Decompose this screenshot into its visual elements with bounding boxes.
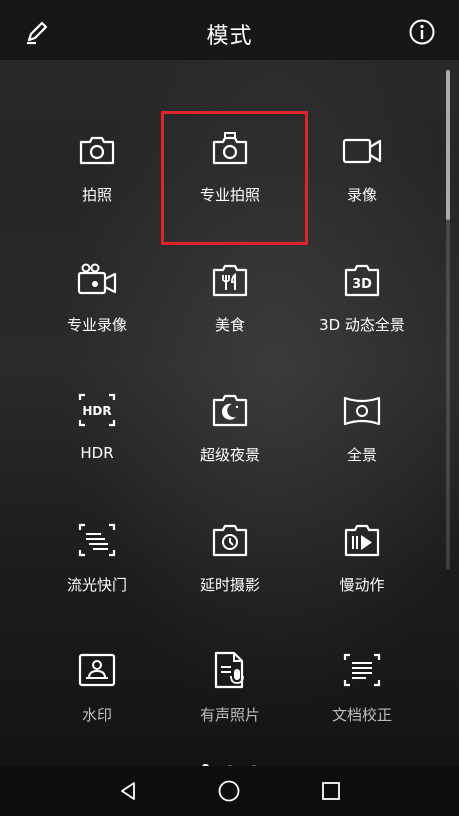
mode-panorama[interactable]: 全景 — [297, 370, 427, 480]
recents-button[interactable] — [313, 776, 349, 806]
document-icon — [343, 653, 381, 687]
mode-label: 水印 — [81, 706, 112, 724]
back-button[interactable] — [110, 776, 146, 806]
mode-label: 延时摄影 — [199, 576, 260, 594]
mode-document[interactable]: 文档校正 — [297, 630, 427, 740]
3d-icon: 3D — [344, 264, 380, 297]
back-icon — [121, 782, 135, 800]
info-icon — [409, 19, 435, 45]
mode-label: 拍照 — [81, 186, 112, 204]
scrollbar[interactable] — [446, 70, 450, 570]
mode-pro-video[interactable]: 专业录像 — [32, 240, 162, 350]
mode-hdr[interactable]: HDR HDR — [32, 370, 162, 480]
mode-label: 有声照片 — [199, 706, 260, 724]
mode-label: 美食 — [214, 316, 245, 334]
hdr-icon: HDR — [78, 393, 116, 427]
mode-label: 流光快门 — [66, 576, 127, 594]
recents-icon — [322, 782, 340, 800]
top-bar: 模式 — [0, 0, 459, 60]
navigation-bar — [0, 766, 459, 816]
mode-timelapse[interactable]: 延时摄影 — [165, 500, 295, 610]
mode-label: 慢动作 — [339, 576, 385, 594]
camera-icon — [79, 136, 115, 165]
home-button[interactable] — [211, 776, 247, 806]
info-button[interactable] — [405, 15, 439, 49]
mode-watermark[interactable]: 水印 — [32, 630, 162, 740]
mode-food[interactable]: 美食 — [165, 240, 295, 350]
night-icon — [212, 394, 248, 427]
audio-photo-icon — [214, 651, 244, 689]
mode-audio-photo[interactable]: 有声照片 — [165, 630, 295, 740]
svg-text:3D: 3D — [352, 277, 372, 292]
page-title: 模式 — [206, 24, 253, 49]
mode-label: 文档校正 — [331, 706, 392, 724]
scrollbar-thumb[interactable] — [446, 70, 450, 220]
mode-label: 3D 动态全景 — [319, 316, 405, 334]
home-icon — [218, 780, 240, 802]
pro-video-icon — [77, 263, 117, 295]
light-painting-icon — [78, 523, 116, 557]
selection-highlight — [161, 111, 308, 245]
mode-3d-panorama[interactable]: 3D 3D 动态全景 — [297, 240, 427, 350]
mode-night[interactable]: 超级夜景 — [165, 370, 295, 480]
mode-slow-motion[interactable]: 慢动作 — [297, 500, 427, 610]
mode-label: 录像 — [346, 186, 377, 204]
mode-light-painting[interactable]: 流光快门 — [32, 500, 162, 610]
slow-motion-icon — [344, 524, 380, 557]
mode-label: HDR — [80, 444, 114, 462]
mode-label: 专业录像 — [66, 316, 127, 334]
watermark-icon — [78, 653, 116, 687]
mode-label: 超级夜景 — [199, 446, 260, 464]
panorama-icon — [343, 396, 381, 426]
mode-label: 全景 — [346, 446, 377, 464]
svg-text:HDR: HDR — [82, 404, 111, 418]
timelapse-icon — [212, 524, 248, 557]
video-icon — [342, 138, 382, 164]
food-icon — [212, 264, 248, 297]
mode-video[interactable]: 录像 — [297, 110, 427, 220]
mode-photo[interactable]: 拍照 — [32, 110, 162, 220]
